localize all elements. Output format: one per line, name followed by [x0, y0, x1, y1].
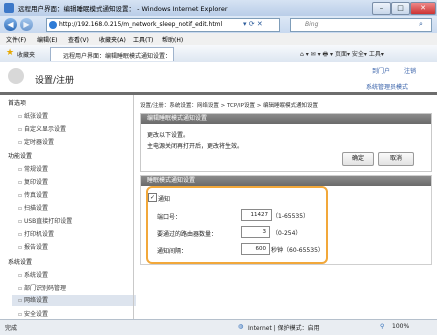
minimize-button[interactable]: –	[372, 2, 391, 15]
window-title: 远程用户界面：编辑睡眠模式通知设置： - Windows Internet Ex…	[18, 5, 228, 13]
status-bar: 完成 ◍ Internet | 保护模式：启用 ⚲ 100%	[0, 319, 437, 335]
ie-page-icon	[49, 21, 57, 29]
sidebar-item-report[interactable]: 报告设置	[18, 242, 48, 251]
browser-tab-label: 远程用户界面：编辑睡眠模式通知设置：	[63, 53, 172, 60]
page-header: 设置/注册 到门户 注销 系统管理员模式	[0, 62, 437, 92]
menu-view[interactable]: 查看(V)	[68, 35, 89, 44]
sidebar-divider	[133, 95, 134, 319]
favorites-bar: ★ 收藏夹 远程用户界面：编辑睡眠模式通知设置： ⌂ ▾ ✉ ▾ 🖶 ▾ 页面▾…	[0, 45, 437, 63]
port-range: （1-65535）	[272, 213, 310, 220]
interval-input[interactable]: 600	[241, 243, 270, 255]
interval-label: 通知间隔：	[157, 248, 188, 255]
portal-link[interactable]: 到门户	[372, 66, 390, 75]
refresh-stop-icons[interactable]: ▾ ⟳ ✕	[243, 20, 263, 28]
sidebar-item-timer[interactable]: 定时器设置	[18, 137, 54, 146]
sidebar-item-scan[interactable]: 扫描设置	[18, 203, 48, 212]
ie-app-icon	[4, 3, 14, 13]
window-titlebar: 远程用户界面：编辑睡眠模式通知设置： - Windows Internet Ex…	[0, 0, 437, 16]
port-label: 端口号：	[157, 214, 182, 221]
search-icon[interactable]: ⌕	[419, 20, 423, 29]
breadcrumb: 设置/注册：系统设置：网络设置 > TCP/IP设置 > 编辑睡眠模式通知设置	[140, 103, 319, 109]
zoom-icon[interactable]: ⚲	[380, 323, 384, 330]
menu-favorites[interactable]: 收藏夹(A)	[99, 35, 126, 44]
sidebar-item-fax[interactable]: 传真设置	[18, 190, 48, 199]
notify-checkbox[interactable]: ✓	[148, 193, 157, 202]
sidebar-item-display[interactable]: 自定义显示设置	[18, 124, 66, 133]
panel1-title: 编辑睡眠模式通知设置	[141, 114, 431, 124]
menu-edit[interactable]: 编辑(E)	[37, 35, 57, 44]
panel1-note: 主电源关闭再打开后，更改将生效。	[147, 143, 244, 150]
search-input[interactable]: Bing ⌕	[290, 18, 432, 32]
sidebar-section-function: 功能设置	[8, 153, 33, 160]
favorites-star-icon[interactable]: ★	[6, 48, 14, 58]
forward-button[interactable]: ▶	[20, 18, 33, 31]
ok-button[interactable]: 确定	[342, 152, 374, 166]
menu-bar: 文件(F) 编辑(E) 查看(V) 收藏夹(A) 工具(T) 帮助(H)	[0, 33, 437, 45]
address-toolbar: ◀ ▶ http://192.168.0.215/m_network_sleep…	[0, 16, 437, 33]
sidebar-section-system: 系统设置	[8, 259, 33, 266]
sidebar-item-copy[interactable]: 复印设置	[18, 177, 48, 186]
search-placeholder: Bing	[305, 21, 319, 28]
favorites-label[interactable]: 收藏夹	[17, 50, 35, 59]
sidebar-item-usb[interactable]: USB直接打印设置	[18, 216, 72, 225]
globe-icon: ◍	[238, 323, 244, 330]
zone-text[interactable]: Internet | 保护模式：启用	[248, 323, 320, 332]
sidebar-item-security[interactable]: 安全设置	[18, 309, 48, 318]
page-title: 设置/注册	[35, 76, 75, 86]
browser-tab[interactable]: 远程用户界面：编辑睡眠模式通知设置：	[50, 47, 174, 61]
cancel-button[interactable]: 取消	[378, 152, 414, 166]
maximize-button[interactable]: □	[391, 2, 410, 15]
routers-label: 要通过的路由器数量：	[157, 231, 218, 238]
close-button[interactable]: ✕	[410, 2, 436, 15]
sidebar-item-system[interactable]: 系统设置	[18, 270, 48, 279]
interval-range: 秒钟（60-65535）	[271, 247, 324, 254]
back-button[interactable]: ◀	[4, 18, 17, 31]
menu-tools[interactable]: 工具(T)	[133, 35, 153, 44]
sidebar-item-network[interactable]: 网络设置	[12, 295, 136, 306]
zoom-level[interactable]: 100%	[392, 323, 409, 330]
routers-range: （0-254）	[272, 230, 302, 237]
panel2-title: 睡眠模式通知设置	[141, 176, 431, 186]
sidebar-item-paper[interactable]: 纸张设置	[18, 111, 48, 120]
logout-link[interactable]: 注销	[404, 66, 416, 75]
menu-help[interactable]: 帮助(H)	[162, 35, 183, 44]
sidebar-item-common[interactable]: 常规设置	[18, 164, 48, 173]
sidebar: 首选项 纸张设置 自定义显示设置 定时器设置 功能设置 常规设置 复印设置 传真…	[0, 95, 136, 319]
routers-input[interactable]: 3	[241, 226, 270, 238]
port-number-input[interactable]: 11427	[241, 209, 272, 221]
address-field[interactable]: http://192.168.0.215/m_network_sleep_not…	[46, 18, 280, 32]
settings-logo-icon	[8, 68, 24, 84]
panel1-instruction: 更改以下设置。	[147, 132, 190, 139]
status-text: 完成	[5, 325, 18, 332]
notify-label: 通知	[158, 196, 171, 203]
url-text[interactable]: http://192.168.0.215/m_network_sleep_not…	[59, 21, 222, 28]
sidebar-section-preferences: 首选项	[8, 100, 27, 107]
admin-mode-link[interactable]: 系统管理员模式	[366, 82, 408, 91]
sidebar-item-printer[interactable]: 打印机设置	[18, 229, 54, 238]
menu-file[interactable]: 文件(F)	[6, 35, 26, 44]
command-bar-icons[interactable]: ⌂ ▾ ✉ ▾ 🖶 ▾ 页面▾ 安全▾ 工具▾	[300, 49, 384, 60]
edit-sleep-notification-panel: 编辑睡眠模式通知设置 更改以下设置。 主电源关闭再打开后，更改将生效。 确定 取…	[140, 113, 432, 172]
sidebar-item-department[interactable]: 部门识别码管理	[18, 283, 66, 292]
